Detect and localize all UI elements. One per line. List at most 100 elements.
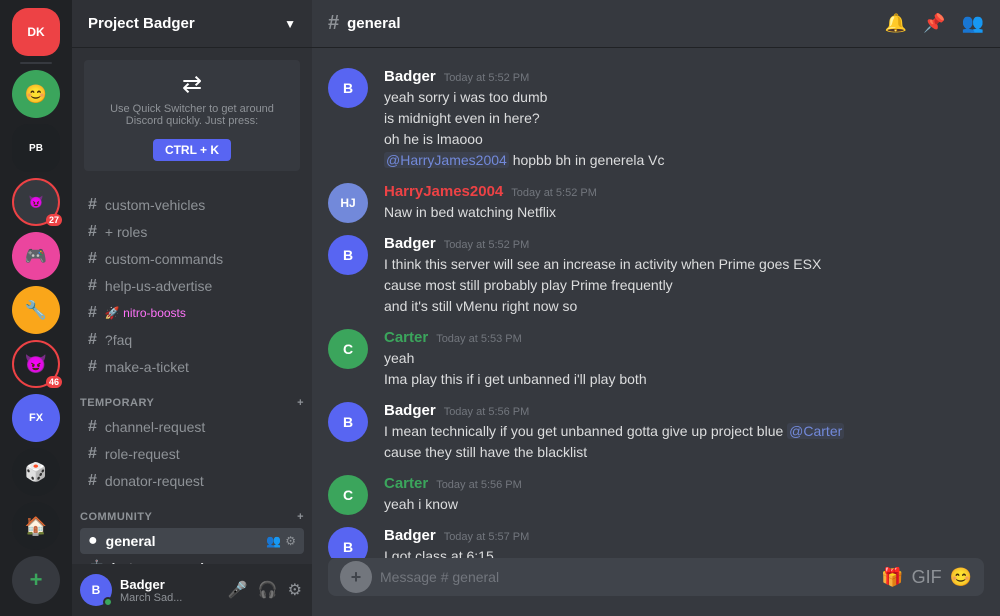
avatar: B [328, 527, 368, 558]
message-author: Badger [384, 235, 436, 252]
online-indicator [103, 597, 113, 607]
sidebar-header[interactable]: Project Badger ▼ [72, 0, 312, 48]
hash-icon: # [88, 250, 97, 268]
pin-icon[interactable]: 📌 [923, 13, 945, 34]
quick-switcher-button[interactable]: CTRL + K [153, 139, 231, 161]
sidebar-item-faq[interactable]: # ?faq [80, 327, 304, 353]
server-icon-pb[interactable]: PB [12, 124, 60, 172]
server-icon-add[interactable]: + [12, 556, 60, 604]
message-timestamp: Today at 5:53 PM [436, 333, 522, 345]
message-timestamp: Today at 5:52 PM [444, 72, 530, 84]
message-group: C Carter Today at 5:53 PM yeah Ima play … [312, 325, 1000, 394]
server-icon-4[interactable]: 🔧 [12, 286, 60, 334]
message-text: Naw in bed watching Netflix [384, 202, 984, 223]
footer-icons: 🎤 🎧 ⚙ [226, 578, 304, 602]
message-text: cause most still probably play Prime fre… [384, 275, 984, 296]
message-text: cause they still have the blacklist [384, 442, 984, 463]
server-icon-2[interactable]: 😈 27 [12, 178, 60, 226]
server-icon-6[interactable]: FX [12, 394, 60, 442]
message-content: HarryJames2004 Today at 5:52 PM Naw in b… [384, 183, 984, 223]
server-badge-2: 27 [46, 214, 62, 226]
sidebar-item-custom-vehicles[interactable]: # custom-vehicles [80, 192, 304, 218]
attach-button[interactable]: + [340, 561, 372, 593]
notification-icon[interactable]: 🔔 [885, 13, 907, 34]
message-content: Carter Today at 5:56 PM yeah i know [384, 475, 984, 515]
sidebar-item-make-a-ticket[interactable]: # make-a-ticket [80, 354, 304, 380]
avatar: B [80, 574, 112, 606]
message-text: and it's still vMenu right now so [384, 296, 984, 317]
settings-icon[interactable]: ⚙ [285, 534, 296, 548]
server-badge-5: 46 [46, 376, 62, 388]
emoji-icon[interactable]: 😊 [950, 567, 972, 588]
gift-icon[interactable]: 🎁 [881, 567, 903, 588]
avatar: C [328, 475, 368, 515]
chat-input-wrapper: + 🎁 GIF 😊 [328, 558, 984, 596]
message-text: Ima play this if i get unbanned i'll pla… [384, 369, 984, 390]
hash-icon: # [88, 331, 97, 349]
mention[interactable]: @HarryJames2004 [384, 152, 509, 168]
message-author: Carter [384, 329, 428, 346]
chat-header-left: # general [328, 12, 400, 35]
message-header: Badger Today at 5:56 PM [384, 402, 984, 419]
sidebar-item-nitro-boosts[interactable]: # 🚀 nitro-boosts [80, 300, 304, 326]
server-icon-5[interactable]: 😈 46 [12, 340, 60, 388]
members-icon[interactable]: 👥 [962, 13, 984, 34]
message-header: Badger Today at 5:57 PM [384, 527, 984, 544]
message-text: I got class at 6:15 [384, 546, 984, 558]
messages-area: B Badger Today at 5:52 PM yeah sorry i w… [312, 48, 1000, 558]
message-group: C Carter Today at 5:56 PM yeah i know [312, 471, 1000, 519]
message-header: Badger Today at 5:52 PM [384, 68, 984, 85]
message-author: Badger [384, 68, 436, 85]
sidebar-item-roles[interactable]: # + roles [80, 219, 304, 245]
hash-icon: # [88, 304, 97, 322]
server-icon-1[interactable]: 😊 [12, 70, 60, 118]
message-text: yeah [384, 348, 984, 369]
channel-name: general [347, 15, 400, 32]
server-icon-3[interactable]: 🎮 [12, 232, 60, 280]
avatar: B [328, 402, 368, 442]
server-list: DK 😊 PB 😈 27 🎮 🔧 😈 46 FX 🎲 🏠 + [0, 0, 72, 616]
sidebar-item-role-request[interactable]: # role-request [80, 441, 304, 467]
avatar: B [328, 68, 368, 108]
hash-icon: ● [88, 532, 98, 550]
message-input[interactable] [380, 558, 873, 596]
message-content: Carter Today at 5:53 PM yeah Ima play th… [384, 329, 984, 390]
chevron-down-icon: ▼ [284, 17, 296, 31]
message-text: I think this server will see an increase… [384, 254, 984, 275]
hash-icon: # [88, 445, 97, 463]
sidebar-item-donator-request[interactable]: # donator-request [80, 468, 304, 494]
server-icon-7[interactable]: 🎲 [12, 448, 60, 496]
section-temporary[interactable]: TEMPORARY + [72, 381, 312, 413]
mic-icon[interactable]: 🎤 [226, 578, 250, 602]
message-group: B Badger Today at 5:52 PM yeah sorry i w… [312, 64, 1000, 175]
mention[interactable]: @Carter [787, 423, 844, 439]
add-channel-icon[interactable]: + [297, 397, 304, 409]
add-channel-icon[interactable]: + [297, 511, 304, 523]
quick-switcher-icon: ⇄ [96, 70, 288, 99]
message-text: oh he is lmaooo [384, 129, 984, 150]
message-text: I mean technically if you get unbanned g… [384, 421, 984, 442]
sidebar-item-general[interactable]: ● general 👥 ⚙ [80, 528, 304, 554]
server-divider [20, 62, 52, 64]
avatar: HJ [328, 183, 368, 223]
sidebar: Project Badger ▼ ⇄ Use Quick Switcher to… [72, 0, 312, 616]
sidebar-item-channel-request[interactable]: # channel-request [80, 414, 304, 440]
chat-input-area: + 🎁 GIF 😊 [312, 558, 1000, 616]
message-timestamp: Today at 5:56 PM [444, 406, 530, 418]
sidebar-item-help-us-advertise[interactable]: # help-us-advertise [80, 273, 304, 299]
settings-icon[interactable]: ⚙ [286, 578, 304, 602]
hash-icon: # [88, 223, 97, 241]
channel-hash-icon: # [328, 12, 339, 35]
message-author: Badger [384, 527, 436, 544]
sidebar-item-custom-commands[interactable]: # custom-commands [80, 246, 304, 272]
server-icon-8[interactable]: 🏠 [12, 502, 60, 550]
headphone-icon[interactable]: 🎧 [256, 578, 280, 602]
hash-icon: # [88, 358, 97, 376]
gif-icon[interactable]: GIF [912, 567, 942, 588]
server-icon-dk[interactable]: DK [12, 8, 60, 56]
message-author: HarryJames2004 [384, 183, 503, 200]
section-community[interactable]: COMMUNITY + [72, 495, 312, 527]
sidebar-item-bot-commands[interactable]: 🤖 bot-commands [80, 555, 304, 564]
hash-icon: # [88, 418, 97, 436]
main-content: # general 🔔 📌 👥 B Badger Today at 5:52 P… [312, 0, 1000, 616]
